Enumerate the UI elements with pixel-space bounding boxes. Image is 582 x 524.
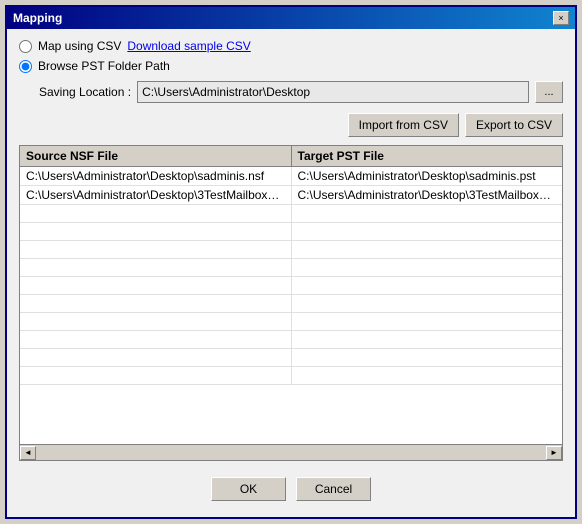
scroll-right-button[interactable]: ► xyxy=(546,446,562,460)
table-row[interactable]: C:\Users\Administrator\Desktop\3TestMail… xyxy=(20,186,562,205)
ok-button[interactable]: OK xyxy=(211,477,286,501)
source-cell: C:\Users\Administrator\Desktop\3TestMail… xyxy=(20,186,292,204)
scroll-track xyxy=(36,447,546,459)
title-bar-buttons: × xyxy=(553,11,569,25)
csv-radio[interactable] xyxy=(19,40,32,53)
horizontal-scrollbar[interactable]: ◄ ► xyxy=(20,444,562,460)
saving-location-label: Saving Location : xyxy=(39,85,131,99)
table-body: C:\Users\Administrator\Desktop\sadminis.… xyxy=(20,167,562,444)
target-col-header: Target PST File xyxy=(292,146,563,166)
action-button-row: Import from CSV Export to CSV xyxy=(19,113,563,137)
download-sample-csv-link[interactable]: Download sample CSV xyxy=(127,39,250,53)
target-cell: C:\Users\Administrator\Desktop\3TestMail… xyxy=(292,186,563,204)
browse-radio[interactable] xyxy=(19,60,32,73)
table-header: Source NSF File Target PST File xyxy=(20,146,562,167)
import-csv-button[interactable]: Import from CSV xyxy=(348,113,459,137)
table-row[interactable]: C:\Users\Administrator\Desktop\sadminis.… xyxy=(20,167,562,186)
csv-radio-row: Map using CSV Download sample CSV xyxy=(19,39,563,53)
empty-row xyxy=(20,331,562,349)
saving-location-input[interactable] xyxy=(137,81,529,103)
empty-row xyxy=(20,277,562,295)
mapping-table: Source NSF File Target PST File C:\Users… xyxy=(19,145,563,461)
cancel-button[interactable]: Cancel xyxy=(296,477,371,501)
empty-row xyxy=(20,241,562,259)
mapping-dialog: Mapping × Map using CSV Download sample … xyxy=(5,5,577,519)
browse-button[interactable]: ... xyxy=(535,81,563,103)
close-button[interactable]: × xyxy=(553,11,569,25)
source-col-header: Source NSF File xyxy=(20,146,292,166)
browse-radio-label: Browse PST Folder Path xyxy=(38,59,170,73)
footer-buttons: OK Cancel xyxy=(19,469,563,507)
empty-row xyxy=(20,295,562,313)
csv-radio-label: Map using CSV xyxy=(38,39,121,53)
empty-row xyxy=(20,259,562,277)
empty-row xyxy=(20,205,562,223)
title-bar: Mapping × xyxy=(7,7,575,29)
dialog-body: Map using CSV Download sample CSV Browse… xyxy=(7,29,575,517)
empty-row xyxy=(20,367,562,385)
dialog-title: Mapping xyxy=(13,11,62,25)
scroll-left-button[interactable]: ◄ xyxy=(20,446,36,460)
export-csv-button[interactable]: Export to CSV xyxy=(465,113,563,137)
radio-group: Map using CSV Download sample CSV Browse… xyxy=(19,39,563,73)
empty-row xyxy=(20,349,562,367)
target-cell: C:\Users\Administrator\Desktop\sadminis.… xyxy=(292,167,563,185)
empty-row xyxy=(20,313,562,331)
saving-location-row: Saving Location : ... xyxy=(19,81,563,103)
browse-radio-row: Browse PST Folder Path xyxy=(19,59,563,73)
empty-row xyxy=(20,223,562,241)
source-cell: C:\Users\Administrator\Desktop\sadminis.… xyxy=(20,167,292,185)
